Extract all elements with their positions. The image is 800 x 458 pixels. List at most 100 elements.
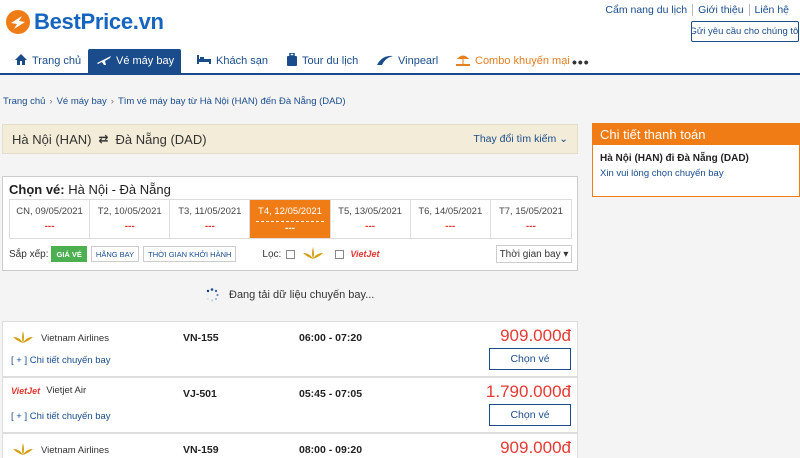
breadcrumb: Trang chủ › Vé máy bay › Tìm vé máy bay từ H… [3, 96, 346, 107]
breadcrumb-home[interactable]: Trang chủ [3, 96, 45, 107]
choose-ticket-button[interactable]: Chọn vé [489, 404, 571, 426]
date-price: --- [124, 221, 135, 232]
nav-vinpearl-label: Vinpearl [398, 55, 439, 67]
date-title-route: Hà Nội - Đà Nẵng [68, 182, 171, 197]
payment-details-panel: Chi tiết thanh toán Hà Nội (HAN) đi Đà N… [592, 123, 800, 197]
date-title-prefix: Chọn vé: [9, 182, 65, 197]
vinpearl-icon [376, 54, 394, 69]
sort-by-price-button[interactable]: GIÁ VÉ [51, 246, 87, 262]
breadcrumb-separator: › [110, 96, 114, 107]
spinner-icon [205, 288, 219, 302]
date-option[interactable]: T3, 11/05/2021 --- [170, 200, 251, 238]
logo[interactable]: BestPrice.vn [4, 8, 164, 36]
date-label: T4, 12/05/2021 [258, 206, 322, 217]
filter-vietnam-airlines-checkbox[interactable] [286, 249, 296, 259]
flight-row: VietJet Vietjet Air [ + ] Chi tiết chuyế… [2, 377, 578, 433]
route-from: Hà Nội (HAN) [12, 131, 92, 147]
date-option[interactable]: T7, 15/05/2021 --- [491, 200, 571, 238]
sort-label: Sắp xếp: [9, 248, 49, 260]
airline: VietJet Vietjet Air [11, 385, 86, 396]
logo-icon [4, 8, 32, 36]
date-strip: CN, 09/05/2021 --- T2, 10/05/2021 --- T3, … [9, 199, 572, 239]
airline: Vietnam Airlines [11, 441, 109, 458]
nav-home-label: Trang chủ [32, 55, 82, 67]
nav-more-button[interactable]: ••• [572, 54, 590, 70]
filter-vietjet-checkbox[interactable] [335, 249, 345, 259]
date-price: --- [445, 221, 456, 232]
date-price: --- [44, 221, 55, 232]
nav-tours[interactable]: Tour du lịch [286, 49, 358, 73]
vietnam-airlines-logo-icon [301, 245, 325, 264]
airline-name: Vietnam Airlines [41, 445, 109, 456]
date-label: T7, 15/05/2021 [498, 206, 563, 217]
nav-home[interactable]: Trang chủ [14, 49, 81, 73]
date-option-selected[interactable]: T4, 12/05/2021 --- [250, 200, 331, 238]
flight-time-select[interactable]: Thời gian bay ▾ [496, 245, 572, 263]
nav-combo-label: Combo khuyến mại [475, 55, 570, 67]
top-link-guide[interactable]: Cẩm nang du lịch [600, 4, 692, 16]
flight-row: Vietnam Airlines VN-159 08:00 - 09:20 90… [2, 433, 578, 458]
luggage-icon [286, 51, 298, 70]
date-selector-title: Chọn vé: Hà Nội - Đà Nẵng [9, 182, 171, 197]
sort-by-airline-button[interactable]: HÃNG BAY [90, 246, 140, 262]
airline-name: Vietnam Airlines [41, 333, 109, 344]
nav-hotels[interactable]: Khách sạn [196, 49, 268, 73]
date-price: --- [525, 221, 536, 232]
loading-indicator: Đang tải dữ liệu chuyến bay... [205, 288, 374, 302]
flight-code: VN-159 [183, 444, 219, 456]
date-label: T6, 14/05/2021 [418, 206, 483, 217]
date-selector: Chọn vé: Hà Nội - Đà Nẵng CN, 09/05/2021… [2, 176, 578, 271]
payment-route: Hà Nội (HAN) đi Đà Nẵng (DAD) [600, 153, 749, 164]
date-price: --- [204, 221, 215, 232]
date-price: --- [365, 221, 376, 232]
flight-detail-link[interactable]: [ + ] Chi tiết chuyến bay [11, 411, 111, 422]
flight-row: Vietnam Airlines [ + ] Chi tiết chuyến b… [2, 321, 578, 377]
breadcrumb-flights[interactable]: Vé máy bay [57, 96, 107, 107]
vietnam-airlines-icon [11, 329, 35, 348]
vietjet-icon: VietJet [11, 385, 41, 396]
vietnam-airlines-icon [11, 441, 35, 458]
vietjet-logo: VietJet [350, 249, 380, 259]
flight-price: 909.000đ [500, 438, 571, 457]
flight-code: VJ-501 [183, 388, 217, 400]
change-search-label: Thay đổi tìm kiếm [473, 133, 557, 145]
support-request-button[interactable]: Gửi yêu cầu cho chúng tôi [691, 21, 799, 42]
choose-ticket-button[interactable]: Chọn vé [489, 348, 571, 370]
top-link-about[interactable]: Giới thiệu [692, 4, 748, 16]
sort-by-departure-button[interactable]: THỜI GIAN KHỞI HÀNH [143, 246, 237, 262]
nav-vinpearl[interactable]: Vinpearl [376, 49, 438, 73]
date-price: --- [256, 221, 324, 234]
payment-details-title: Chi tiết thanh toán [593, 124, 799, 145]
filter-label: Lọc: [262, 248, 282, 260]
flight-price: 909.000đ [500, 326, 571, 345]
beach-icon [455, 53, 471, 69]
home-icon [14, 53, 28, 69]
flight-code: VN-155 [183, 332, 219, 344]
date-option[interactable]: T5, 13/05/2021 --- [331, 200, 411, 238]
nav-combo[interactable]: Combo khuyến mại [455, 49, 570, 73]
top-links: Cẩm nang du lịch Giới thiệu Liên hệ [600, 4, 794, 16]
airline: Vietnam Airlines [11, 329, 109, 348]
date-option[interactable]: CN, 09/05/2021 --- [10, 200, 91, 238]
caret-down-icon: ▾ [563, 248, 569, 260]
nav-flights-label: Vé máy bay [116, 55, 175, 67]
date-label: CN, 09/05/2021 [16, 206, 83, 217]
date-option[interactable]: T6, 14/05/2021 --- [411, 200, 491, 238]
date-label: T2, 10/05/2021 [97, 206, 162, 217]
top-link-contact[interactable]: Liên hệ [748, 4, 794, 16]
logo-text: BestPrice.vn [34, 9, 164, 34]
change-search-link[interactable]: Thay đổi tìm kiếm ⌄ [473, 133, 568, 145]
flight-price: 1.790.000đ [485, 382, 571, 401]
date-label: T3, 11/05/2021 [178, 206, 242, 217]
flight-time: 06:00 - 07:20 [299, 332, 363, 344]
main-nav: Trang chủ Vé máy bay Khách sạn Tour du l… [0, 48, 800, 75]
nav-hotels-label: Khách sạn [216, 55, 268, 67]
flight-detail-link[interactable]: [ + ] Chi tiết chuyến bay [11, 355, 111, 366]
breadcrumb-current: Tìm vé máy bay từ Hà Nội (HAN) đến Đà Nẵ… [117, 96, 346, 107]
date-option[interactable]: T2, 10/05/2021 --- [90, 200, 171, 238]
flight-time-select-value: Thời gian bay [499, 248, 561, 260]
date-label: T5, 13/05/2021 [338, 206, 403, 217]
nav-flights[interactable]: Vé máy bay [88, 49, 181, 73]
airline-name: Vietjet Air [46, 385, 87, 396]
flight-time: 05:45 - 07:05 [299, 388, 363, 400]
